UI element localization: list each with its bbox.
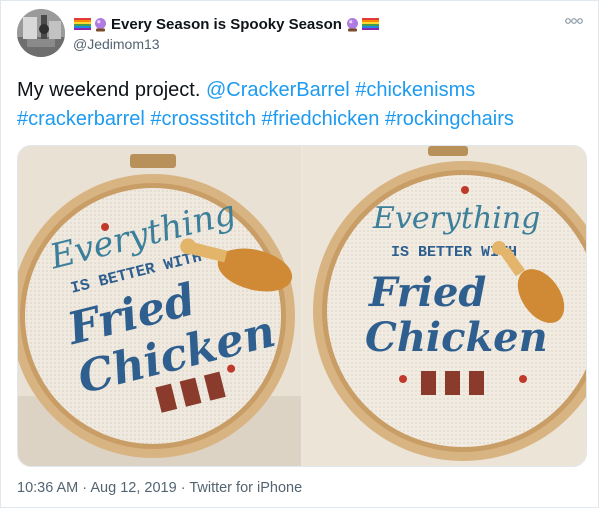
rainbow-flag-icon	[361, 18, 379, 30]
user-handle[interactable]: @Jedimom13	[73, 36, 160, 52]
hashtag-link[interactable]: #crackerbarrel	[17, 108, 145, 130]
display-name-row[interactable]: Every Season is Spooky Season	[73, 14, 380, 34]
tweet-text: My weekend project. @CrackerBarrel #chic…	[17, 76, 587, 134]
hashtag-link[interactable]: #friedchicken	[262, 108, 380, 130]
rocking-chairs-icon	[421, 371, 484, 395]
tweet-intro: My weekend project.	[17, 79, 201, 101]
mention-link[interactable]: @CrackerBarrel	[206, 79, 350, 101]
stitch-fried: Fried	[368, 269, 486, 316]
stitch-everything: Everything	[372, 201, 540, 236]
hashtag-link[interactable]: #crossstitch	[150, 108, 256, 130]
rainbow-flag-icon	[74, 18, 91, 30]
tweet-metadata: 10:36 AM · Aug 12, 2019 · Twitter for iP…	[17, 480, 302, 496]
more-dots-icon[interactable]	[564, 15, 584, 27]
separator: ·	[180, 480, 186, 496]
avatar[interactable]	[17, 9, 65, 57]
photo-cross-stitch-right[interactable]: Everything IS BETTER WITH Fried Chicken	[303, 146, 586, 466]
hashtag-link[interactable]: #chickenisms	[355, 79, 475, 101]
tweet-date[interactable]: Aug 12, 2019	[90, 480, 176, 496]
tweet-card: Every Season is Spooky Season @Jedimom13…	[0, 0, 599, 508]
crystal-ball-icon	[95, 17, 106, 31]
tweet-time[interactable]: 10:36 AM	[17, 480, 78, 496]
hashtag-link[interactable]: #rockingchairs	[385, 108, 514, 130]
separator: ·	[82, 480, 88, 496]
tweet-source[interactable]: Twitter for iPhone	[189, 480, 302, 496]
stitch-chicken: Chicken	[365, 314, 548, 361]
display-name[interactable]: Every Season is Spooky Season	[111, 16, 342, 33]
media-grid: Everything IS BETTER WITH Fried Chicken	[17, 145, 587, 467]
crystal-ball-icon	[346, 17, 358, 31]
photo-cross-stitch-left[interactable]: Everything IS BETTER WITH Fried Chicken	[18, 146, 301, 466]
